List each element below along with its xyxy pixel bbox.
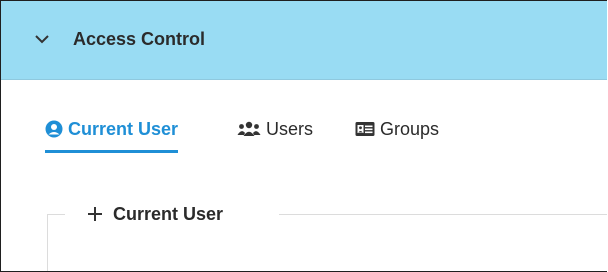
tab-groups-label: Groups [380, 118, 440, 139]
tab-users[interactable]: Users [237, 109, 313, 149]
access-control-panel: Access Control Current User Users Groups… [0, 0, 607, 272]
section-current-user-toggle[interactable]: Current User [87, 201, 230, 227]
access-control-header[interactable]: Access Control [1, 1, 607, 80]
section-title: Current User [113, 203, 224, 224]
user-circle-icon [45, 120, 63, 138]
header-title: Access Control [73, 29, 206, 49]
tab-bar: Current User Users Groups [1, 109, 607, 153]
section-border-left-segment [47, 214, 65, 215]
section-border-right-segment [279, 214, 607, 215]
tab-current-user-label: Current User [68, 118, 179, 139]
plus-icon [87, 206, 103, 222]
chevron-down-icon[interactable] [34, 32, 50, 44]
tab-current-user[interactable]: Current User [45, 109, 179, 153]
section-border-side [47, 214, 48, 271]
users-icon [237, 121, 261, 137]
tab-groups[interactable]: Groups [355, 109, 439, 149]
id-card-icon [355, 121, 375, 137]
tab-users-label: Users [266, 118, 314, 139]
active-tab-indicator [45, 150, 179, 153]
